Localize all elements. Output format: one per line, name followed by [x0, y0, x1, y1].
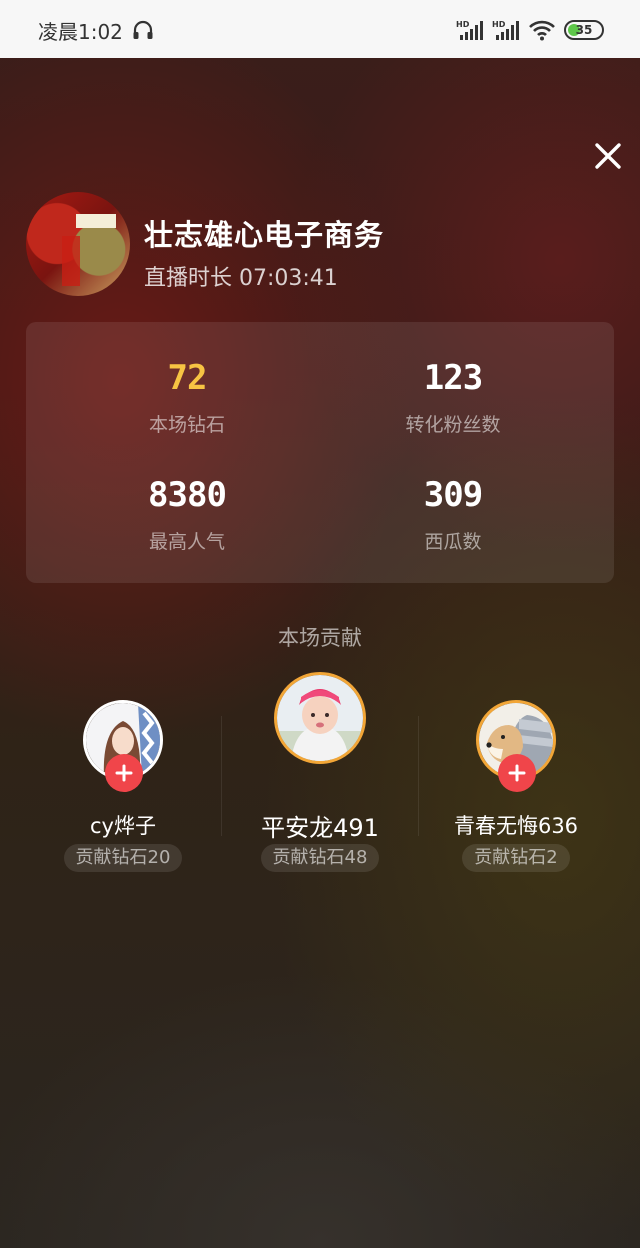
status-time: 凌晨1:02 — [38, 20, 123, 44]
stats-card: 72 本场钻石 123 转化粉丝数 8380 最高人气 309 西瓜数 — [26, 322, 614, 583]
signal-hd-icon: HD — [456, 20, 483, 40]
contributor-card: 青春无悔636 贡献钻石2 — [416, 672, 616, 882]
streamer-name: 壮志雄心电子商务 — [144, 218, 385, 252]
stat-value: 8380 — [148, 475, 227, 515]
contribution-badge: 贡献钻石48 — [260, 844, 380, 872]
follow-button[interactable] — [498, 754, 536, 792]
stat-value: 123 — [423, 358, 483, 398]
contributor-card-top: 平安龙491 贡献钻石48 — [220, 672, 420, 882]
contribution-title: 本场贡献 — [278, 626, 362, 650]
contributor-name: 平安龙491 — [261, 814, 379, 842]
stat-diamonds: 72 本场钻石 — [40, 358, 334, 437]
stat-label: 转化粉丝数 — [405, 414, 501, 436]
stat-peak-popularity: 8380 最高人气 — [40, 475, 334, 554]
contributor-avatar[interactable] — [274, 672, 366, 764]
stat-new-fans: 123 转化粉丝数 — [306, 358, 600, 437]
plus-icon — [508, 764, 526, 782]
live-duration: 直播时长 07:03:41 — [144, 266, 338, 291]
stat-label: 最高人气 — [148, 531, 225, 553]
signal-hd-icon: HD — [492, 20, 519, 40]
contribution-badge: 贡献钻石2 — [462, 844, 570, 872]
stat-value: 309 — [423, 475, 483, 515]
plus-icon — [115, 764, 133, 782]
status-icons: HD HD 35 — [456, 18, 604, 42]
wifi-icon — [529, 20, 555, 41]
follow-button[interactable] — [105, 754, 143, 792]
contributor-name: 青春无悔636 — [453, 814, 579, 838]
contribution-badge: 贡献钻石20 — [63, 844, 183, 872]
status-bar: 凌晨1:02 HD HD 35 — [0, 0, 640, 58]
contributor-card: cy烨子 贡献钻石20 — [23, 672, 223, 882]
battery-icon: 35 — [564, 20, 604, 40]
stat-value: 72 — [167, 358, 208, 398]
streamer-header: 壮志雄心电子商务 直播时长 07:03:41 — [26, 192, 586, 298]
streamer-avatar[interactable] — [26, 192, 130, 296]
svg-text:HD: HD — [492, 20, 506, 29]
close-icon[interactable] — [592, 140, 624, 172]
svg-text:HD: HD — [456, 20, 470, 29]
stat-watermelons: 309 西瓜数 — [306, 475, 600, 554]
stat-label: 西瓜数 — [424, 531, 482, 553]
battery-level: 35 — [575, 23, 593, 37]
contributor-name: cy烨子 — [90, 814, 156, 838]
stat-label: 本场钻石 — [148, 414, 225, 436]
headset-icon — [133, 20, 153, 39]
